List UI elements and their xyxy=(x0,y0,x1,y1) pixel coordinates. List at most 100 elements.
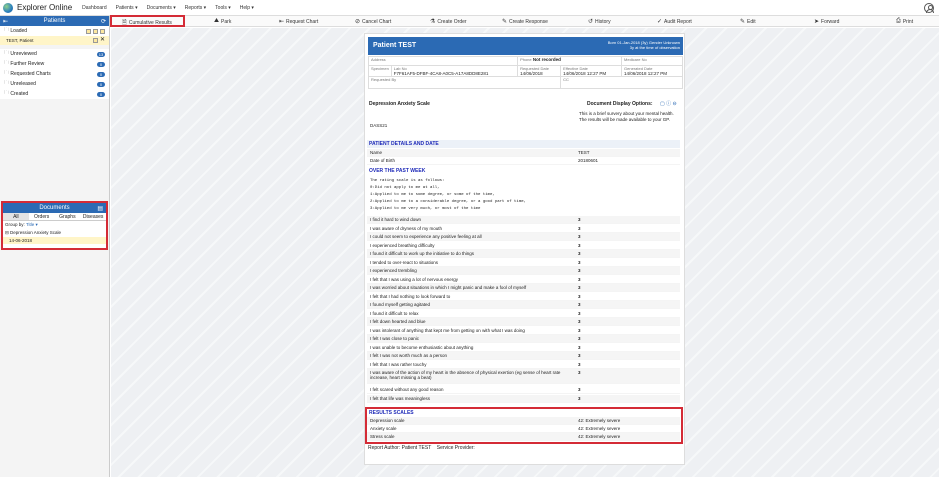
question-text: I experienced trembling xyxy=(370,268,417,273)
menu-help[interactable]: Help ▾ xyxy=(240,5,254,11)
grid-action-icon[interactable] xyxy=(93,28,98,34)
sidebar-item-unreviewed[interactable]: 🗀 Unreviewed 13 xyxy=(0,49,109,59)
question-answer: 3 xyxy=(578,225,581,231)
tab-diseases[interactable]: Diseases xyxy=(80,213,106,220)
sidebar-item-created[interactable]: 🗀 Created 0 xyxy=(0,89,109,99)
question-answer: 3 xyxy=(578,293,581,299)
question-text: I was unable to become enthusiastic abou… xyxy=(370,344,474,350)
question-answer: 3 xyxy=(578,370,581,375)
history-button[interactable]: ↺ History xyxy=(588,18,611,26)
request-chart-button[interactable]: ⇤ Request Chart xyxy=(279,18,318,26)
group-by-select[interactable]: Title ▾ xyxy=(26,222,38,227)
question-text: I experienced breathing difficulty xyxy=(370,242,435,248)
question-row: I felt that I was using a lot of nervous… xyxy=(367,276,680,284)
tab-all[interactable]: All xyxy=(3,213,29,220)
edit-button[interactable]: ✎ Edit xyxy=(740,18,756,26)
tab-graphs[interactable]: Graphs xyxy=(55,213,81,220)
sidebar-item-label: Unreleased xyxy=(10,81,36,87)
tab-orders[interactable]: Orders xyxy=(29,213,55,220)
menu-documents[interactable]: Documents ▾ xyxy=(147,5,176,11)
audit-report-button[interactable]: ✓ Audit Report xyxy=(657,18,692,26)
question-answer: 3 xyxy=(578,395,581,401)
count-badge: 0 xyxy=(97,61,105,67)
generated-date-value: 14/06/2018 12:27 PM xyxy=(624,71,668,76)
sidebar-item-further-review[interactable]: 🗀 Further Review 0 xyxy=(0,59,109,69)
button-label: Edit xyxy=(747,18,756,25)
question-answer: 3 xyxy=(578,336,581,341)
results-highlight xyxy=(365,407,683,444)
question-text: I felt down hearted and blue xyxy=(370,319,426,324)
question-text: I was intolerant of anything that kept m… xyxy=(370,327,525,333)
question-row: I felt down hearted and blue 3 xyxy=(367,318,680,326)
sidebar-item-label: Created xyxy=(10,91,29,97)
menu-patients[interactable]: Patients ▾ xyxy=(116,5,138,11)
menu-dashboard[interactable]: Dashboard xyxy=(82,5,106,11)
question-row: I find it hard to wind down 3 xyxy=(367,216,680,224)
sidebar-item-requested-charts[interactable]: 🗀 Requested Charts 0 xyxy=(0,69,109,79)
medicare-label: Medicare No xyxy=(624,57,647,62)
question-row: I was aware of dryness of my mouth 3 xyxy=(367,225,680,233)
question-text: I felt scared without any good reason xyxy=(370,387,444,392)
list-action-icon[interactable] xyxy=(100,28,105,34)
patient-header: Patient TEST Born 01-Jan-2018 (3y) Gende… xyxy=(368,37,683,55)
patients-panel-title: Patients xyxy=(43,18,66,24)
park-button[interactable]: ⛰ Park xyxy=(214,18,231,25)
question-answer: 3 xyxy=(578,276,581,282)
selected-patient[interactable]: TEST, Patient ✕ xyxy=(0,36,109,45)
group-by-label: Group by: xyxy=(5,222,25,227)
question-row: I experienced breathing difficulty 3 xyxy=(367,242,680,250)
patient-action-icon[interactable] xyxy=(92,38,98,43)
create-response-button[interactable]: ✎ Create Response xyxy=(502,18,548,26)
question-text: I was aware of dryness of my mouth xyxy=(370,225,443,231)
question-row: I tended to over-react to situations 3 xyxy=(367,259,680,267)
refresh-icon[interactable]: ⟳ xyxy=(101,18,106,25)
question-row: I felt I was not worth much as a person 3 xyxy=(367,352,680,360)
park-icon: ⛰ xyxy=(214,18,220,24)
display-option-icons[interactable]: ▢ ⓘ ⊖ xyxy=(660,100,677,107)
question-answer: 3 xyxy=(578,242,581,248)
question-row: I found myself getting agitated 3 xyxy=(367,301,680,309)
display-options-label: Document Display Options: xyxy=(587,101,653,107)
question-answer: 3 xyxy=(578,217,581,222)
forward-button[interactable]: ➤ Forward xyxy=(814,18,839,26)
patient-demographics: Born 01-Jan-2018 (3y) Gender Unknown 3y … xyxy=(608,40,680,50)
sidebar-item-unreleased[interactable]: 🗀 Unreleased 0 xyxy=(0,79,109,89)
button-label: Cancel Chart xyxy=(362,18,392,25)
printer-icon: ⎙ xyxy=(896,18,901,24)
close-icon[interactable]: ✕ xyxy=(100,37,105,43)
document-group[interactable]: ⊟ Depression Anxiety Scale xyxy=(3,229,106,237)
test-name: Depression Anxiety Scale xyxy=(369,101,430,107)
question-row: I felt scared without any good reason 3 xyxy=(367,386,680,394)
panel-toggle-icon[interactable]: ▤ xyxy=(97,205,103,212)
lab-no-value: F7F61AF5-DFBF-4CA8-A0C5-A17A8DD8E281 xyxy=(393,71,489,76)
document-list-item[interactable]: 14-06-2018 xyxy=(3,237,106,244)
question-row: I felt that I was rather touchy 3 xyxy=(367,361,680,369)
menu-reports[interactable]: Reports ▾ xyxy=(185,5,206,11)
count-badge: 0 xyxy=(97,71,105,77)
test-description: This is a brief survery about your menta… xyxy=(579,111,674,122)
cancel-icon: ⊘ xyxy=(355,19,361,25)
cancel-chart-button[interactable]: ⊘ Cancel Chart xyxy=(355,18,392,26)
sidebar-item-loaded[interactable]: 🗀 Loaded xyxy=(0,26,109,36)
folder-action-icon[interactable] xyxy=(86,28,91,34)
edit-box-icon: ✎ xyxy=(502,19,508,25)
question-text: I found it difficult to relax xyxy=(370,310,419,316)
question-answer: 3 xyxy=(578,344,581,350)
create-order-button[interactable]: ⚗ Create Order xyxy=(430,18,467,26)
user-account-icon[interactable] xyxy=(924,3,934,13)
detail-row-dob: Date of Birth 20180601 xyxy=(367,157,680,165)
phone-value: Not recorded xyxy=(532,57,561,62)
question-row: I could not seem to experience any posit… xyxy=(367,233,680,241)
collapse-arrow-icon[interactable]: ⇤ xyxy=(3,18,8,25)
group-by-row: Group by: Title ▾ xyxy=(3,221,106,229)
question-answer: 3 xyxy=(578,327,581,333)
print-button[interactable]: ⎙ Print xyxy=(896,18,913,25)
detail-row-name: Name TEST xyxy=(367,149,680,157)
sidebar-item-label: Loaded xyxy=(10,28,28,34)
menu-tools[interactable]: Tools ▾ xyxy=(215,5,231,11)
question-answer: 3 xyxy=(578,353,581,358)
question-text: I could not seem to experience any posit… xyxy=(370,234,482,239)
question-row: I was unable to become enthusiastic abou… xyxy=(367,344,680,352)
documents-panel: Documents ▤ All Orders Graphs Diseases G… xyxy=(1,201,108,250)
forward-icon: ➤ xyxy=(814,19,820,25)
